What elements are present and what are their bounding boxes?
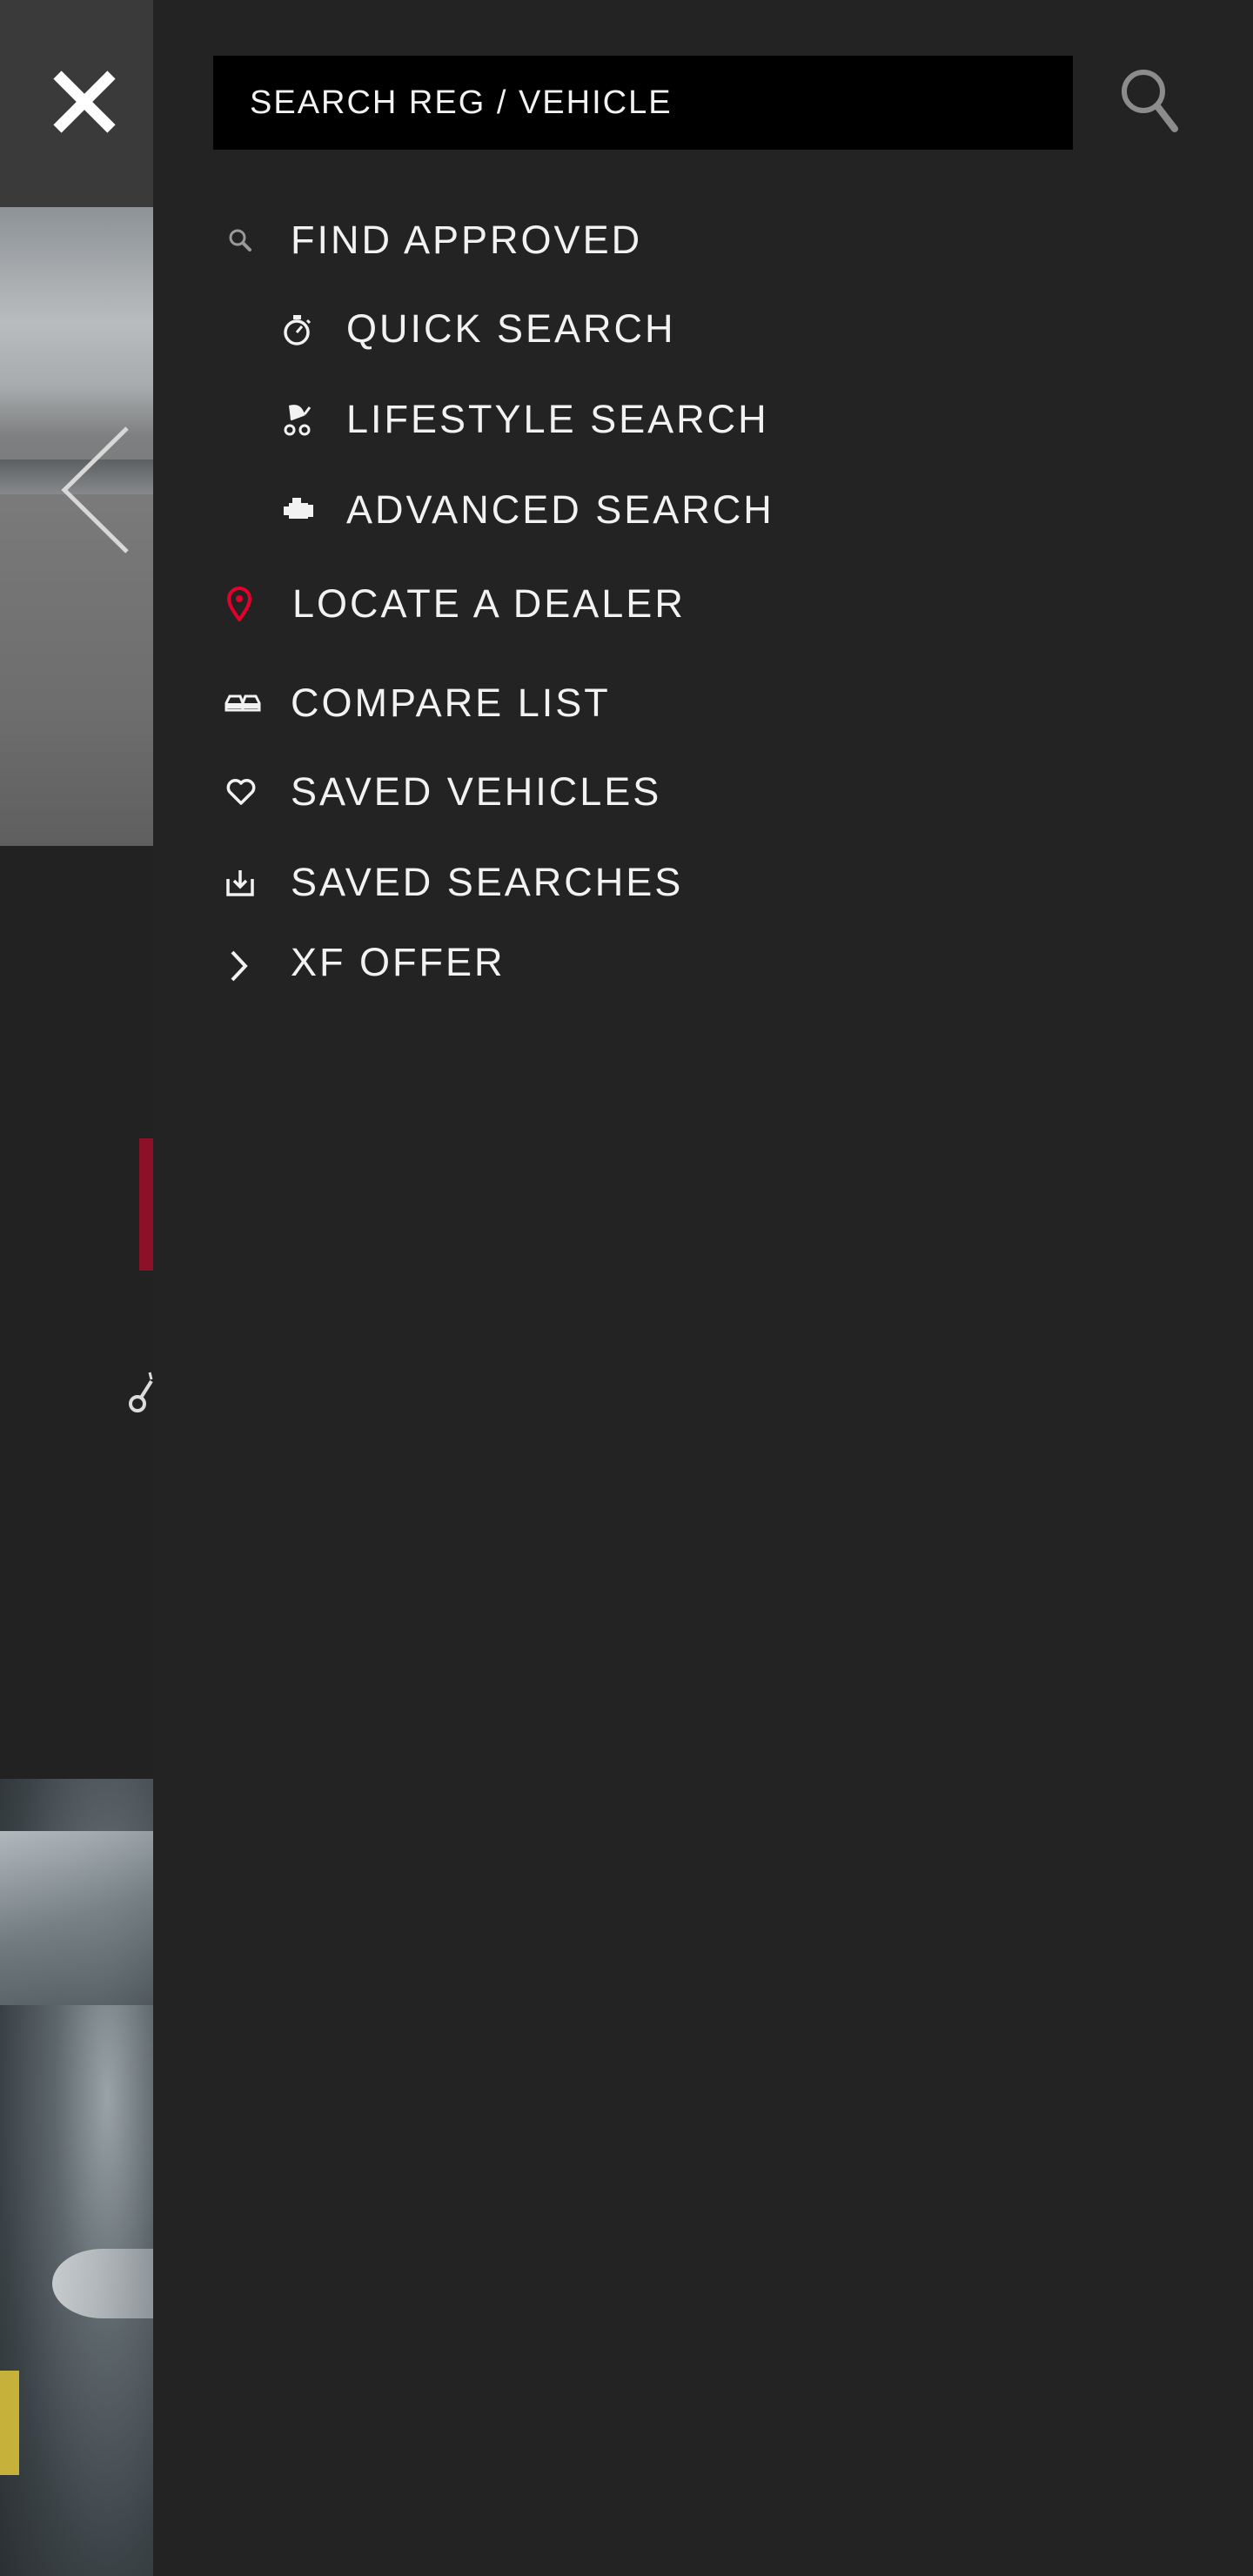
key-icon bbox=[129, 1372, 153, 1412]
menu-item-saved-searches[interactable]: SAVED SEARCHES bbox=[224, 856, 683, 909]
car-caliper bbox=[0, 2371, 19, 2475]
stopwatch-icon bbox=[284, 315, 312, 345]
cars-compare-icon bbox=[224, 694, 261, 712]
menu-item-locate-dealer[interactable]: LOCATE A DEALER bbox=[224, 578, 686, 630]
navigation-drawer bbox=[153, 0, 1253, 2576]
menu-item-saved-vehicles[interactable]: SAVED VEHICLES bbox=[224, 766, 661, 818]
search-icon[interactable] bbox=[1119, 66, 1180, 136]
heart-icon bbox=[226, 779, 256, 805]
red-accent-strip bbox=[139, 1138, 153, 1271]
car-image bbox=[0, 1779, 153, 2576]
menu-label: COMPARE LIST bbox=[291, 681, 611, 725]
menu-label: SAVED SEARCHES bbox=[291, 860, 684, 904]
download-tray-icon bbox=[226, 870, 254, 896]
engine-icon bbox=[284, 498, 313, 519]
menu-item-find-approved[interactable]: FIND APPROVED bbox=[224, 214, 642, 266]
menu-item-xf-offer[interactable]: XF OFFER bbox=[224, 936, 506, 989]
background-page bbox=[0, 0, 155, 2576]
chevron-left-icon[interactable] bbox=[57, 425, 136, 555]
menu-item-quick-search[interactable]: QUICK SEARCH bbox=[282, 303, 676, 355]
menu-label: FIND APPROVED bbox=[291, 218, 643, 262]
menu-label: ADVANCED SEARCH bbox=[346, 487, 774, 532]
menu-label: LIFESTYLE SEARCH bbox=[346, 397, 769, 441]
menu-label: SAVED VEHICLES bbox=[291, 769, 662, 814]
location-pin-icon bbox=[226, 587, 252, 621]
menu-item-advanced-search[interactable]: ADVANCED SEARCH bbox=[282, 484, 774, 536]
menu-label: QUICK SEARCH bbox=[346, 306, 676, 351]
magnifier-icon bbox=[229, 229, 251, 252]
close-icon[interactable] bbox=[45, 63, 124, 141]
menu-label: LOCATE A DEALER bbox=[292, 581, 686, 626]
content-band bbox=[0, 846, 153, 1779]
menu-label: XF OFFER bbox=[291, 940, 506, 984]
car-headlight bbox=[52, 2249, 153, 2318]
menu-item-lifestyle-search[interactable]: LIFESTYLE SEARCH bbox=[282, 393, 769, 446]
menu-item-compare-list[interactable]: COMPARE LIST bbox=[224, 677, 611, 729]
chevron-right-icon bbox=[231, 950, 248, 982]
search-input[interactable] bbox=[213, 56, 1073, 150]
stroller-icon bbox=[284, 405, 312, 436]
car-window bbox=[0, 1831, 153, 2005]
